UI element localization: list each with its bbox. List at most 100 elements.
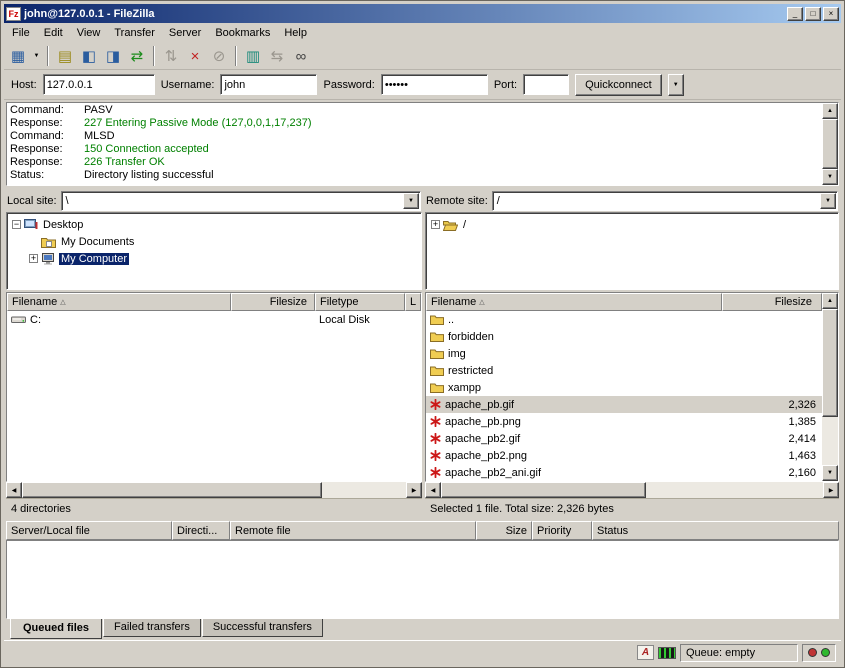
remote-horizontal-scrollbar[interactable]: ◀ ▶ xyxy=(425,482,839,498)
local-lastmodified-column[interactable]: L xyxy=(405,293,421,311)
combo-arrow-icon[interactable]: ▼ xyxy=(820,193,836,209)
menu-transfer[interactable]: Transfer xyxy=(107,24,162,42)
sync-browsing-button[interactable]: ⇆ xyxy=(265,45,289,67)
my-documents-folder-icon xyxy=(41,236,56,248)
queue-col-status[interactable]: Status xyxy=(592,521,839,540)
file-row[interactable]: img xyxy=(426,345,822,362)
file-row[interactable]: apache_pb2.png 1,463 xyxy=(426,447,822,464)
scroll-right-icon[interactable]: ▶ xyxy=(823,482,839,498)
queue-col-remote-file[interactable]: Remote file xyxy=(230,521,476,540)
folder-icon xyxy=(430,382,444,393)
log-scrollbar[interactable]: ▲ ▼ xyxy=(822,103,838,185)
remote-filename-column[interactable]: Filename △ xyxy=(426,293,722,311)
file-row[interactable]: .. xyxy=(426,311,822,328)
local-filename-column[interactable]: Filename △ xyxy=(7,293,231,311)
remote-filesize-column[interactable]: Filesize xyxy=(722,293,822,311)
maximize-button[interactable]: □ xyxy=(805,7,821,21)
scrollbar-thumb[interactable] xyxy=(822,119,838,169)
titlebar[interactable]: Fz john@127.0.0.1 - FileZilla _ □ × xyxy=(4,4,841,23)
tree-item-my-computer[interactable]: + My Computer xyxy=(7,250,421,267)
file-size: 1,463 xyxy=(722,450,822,462)
scroll-down-icon[interactable]: ▼ xyxy=(822,169,838,185)
file-name: apache_pb2.gif xyxy=(445,433,520,445)
site-manager-dropdown[interactable]: ▼ xyxy=(30,45,43,67)
tree-item-desktop[interactable]: − Desktop xyxy=(7,216,421,233)
tree-expander-icon[interactable]: + xyxy=(431,220,440,229)
scrollbar-track[interactable] xyxy=(646,482,823,498)
combo-arrow-icon[interactable]: ▼ xyxy=(403,193,419,209)
toolbar-button-icon: ⇅ xyxy=(165,49,178,64)
process-queue-button[interactable]: ⇅ xyxy=(159,45,183,67)
local-horizontal-scrollbar[interactable]: ◀ ▶ xyxy=(6,482,422,498)
disconnect-button[interactable]: ⊘ xyxy=(207,45,231,67)
file-name: forbidden xyxy=(448,331,494,343)
file-row[interactable]: forbidden xyxy=(426,328,822,345)
directory-comparison-button[interactable]: ▥ xyxy=(241,45,265,67)
log-line-label: Command: xyxy=(10,130,84,143)
scrollbar-track[interactable] xyxy=(322,482,406,498)
file-name: C: xyxy=(30,314,41,326)
queue-col-priority[interactable]: Priority xyxy=(532,521,592,540)
file-row[interactable]: restricted xyxy=(426,362,822,379)
desktop-icon xyxy=(24,218,38,231)
local-filetype-column[interactable]: Filetype xyxy=(315,293,405,311)
quickconnect-dropdown[interactable]: ▼ xyxy=(668,74,684,96)
scroll-right-icon[interactable]: ▶ xyxy=(406,482,422,498)
host-input[interactable] xyxy=(43,74,155,95)
menu-help[interactable]: Help xyxy=(277,24,314,42)
toggle-remote-tree-button[interactable]: ◨ xyxy=(101,45,125,67)
port-input[interactable] xyxy=(523,74,569,95)
tree-expander-icon[interactable]: − xyxy=(12,220,21,229)
file-row[interactable]: apache_pb2_ani.gif 2,160 xyxy=(426,464,822,481)
file-name: img xyxy=(448,348,466,360)
scrollbar-thumb[interactable] xyxy=(22,482,322,498)
username-input[interactable] xyxy=(220,74,317,95)
file-row[interactable]: C: Local Disk xyxy=(7,311,421,328)
red-led-icon xyxy=(808,648,817,657)
cancel-button[interactable]: × xyxy=(183,45,207,67)
menu-file[interactable]: File xyxy=(5,24,37,42)
remote-list-scrollbar[interactable]: ▲ ▼ xyxy=(822,293,838,481)
site-manager-button[interactable]: ▦ xyxy=(6,45,30,67)
tab-failed-transfers[interactable]: Failed transfers xyxy=(103,619,201,637)
log-line: Response: 150 Connection accepted xyxy=(10,143,819,156)
menu-edit[interactable]: Edit xyxy=(37,24,70,42)
tree-item-my-documents[interactable]: My Documents xyxy=(7,233,421,250)
refresh-button[interactable]: ⇄ xyxy=(125,45,149,67)
tree-item-root[interactable]: + / xyxy=(426,216,838,233)
scrollbar-thumb[interactable] xyxy=(441,482,646,498)
toggle-message-log-button[interactable]: ▤ xyxy=(53,45,77,67)
remote-site-combo[interactable]: / ▼ xyxy=(492,191,838,211)
port-label: Port: xyxy=(494,79,517,91)
scroll-left-icon[interactable]: ◀ xyxy=(425,482,441,498)
local-site-combo[interactable]: \ ▼ xyxy=(61,191,421,211)
tree-expander-icon[interactable]: + xyxy=(29,254,38,263)
queue-col-local-file[interactable]: Server/Local file xyxy=(6,521,172,540)
file-row[interactable]: xampp xyxy=(426,379,822,396)
menu-server[interactable]: Server xyxy=(162,24,208,42)
toggle-local-tree-button[interactable]: ◧ xyxy=(77,45,101,67)
file-row[interactable]: apache_pb.png 1,385 xyxy=(426,413,822,430)
local-status-text: 4 directories xyxy=(6,498,422,518)
scroll-left-icon[interactable]: ◀ xyxy=(6,482,22,498)
queue-col-direction[interactable]: Directi... xyxy=(172,521,230,540)
scroll-up-icon[interactable]: ▲ xyxy=(822,293,838,309)
local-filesize-column[interactable]: Filesize xyxy=(231,293,315,311)
tab-successful-transfers[interactable]: Successful transfers xyxy=(202,619,323,637)
file-row[interactable]: apache_pb.gif 2,326 xyxy=(426,396,822,413)
find-files-button[interactable]: ∞ xyxy=(289,45,313,67)
scroll-down-icon[interactable]: ▼ xyxy=(822,465,838,481)
file-row[interactable]: apache_pb2.gif 2,414 xyxy=(426,430,822,447)
log-line: Command: MLSD xyxy=(10,130,819,143)
minimize-button[interactable]: _ xyxy=(787,7,803,21)
menu-bookmarks[interactable]: Bookmarks xyxy=(208,24,277,42)
menu-view[interactable]: View xyxy=(70,24,108,42)
close-button[interactable]: × xyxy=(823,7,839,21)
quickconnect-button[interactable]: Quickconnect xyxy=(575,74,662,96)
scrollbar-thumb[interactable] xyxy=(822,309,838,417)
tab-queued-files[interactable]: Queued files xyxy=(10,619,102,639)
scroll-up-icon[interactable]: ▲ xyxy=(822,103,838,119)
password-input[interactable] xyxy=(381,74,488,95)
queue-col-size[interactable]: Size xyxy=(476,521,532,540)
scrollbar-track[interactable] xyxy=(822,417,838,465)
